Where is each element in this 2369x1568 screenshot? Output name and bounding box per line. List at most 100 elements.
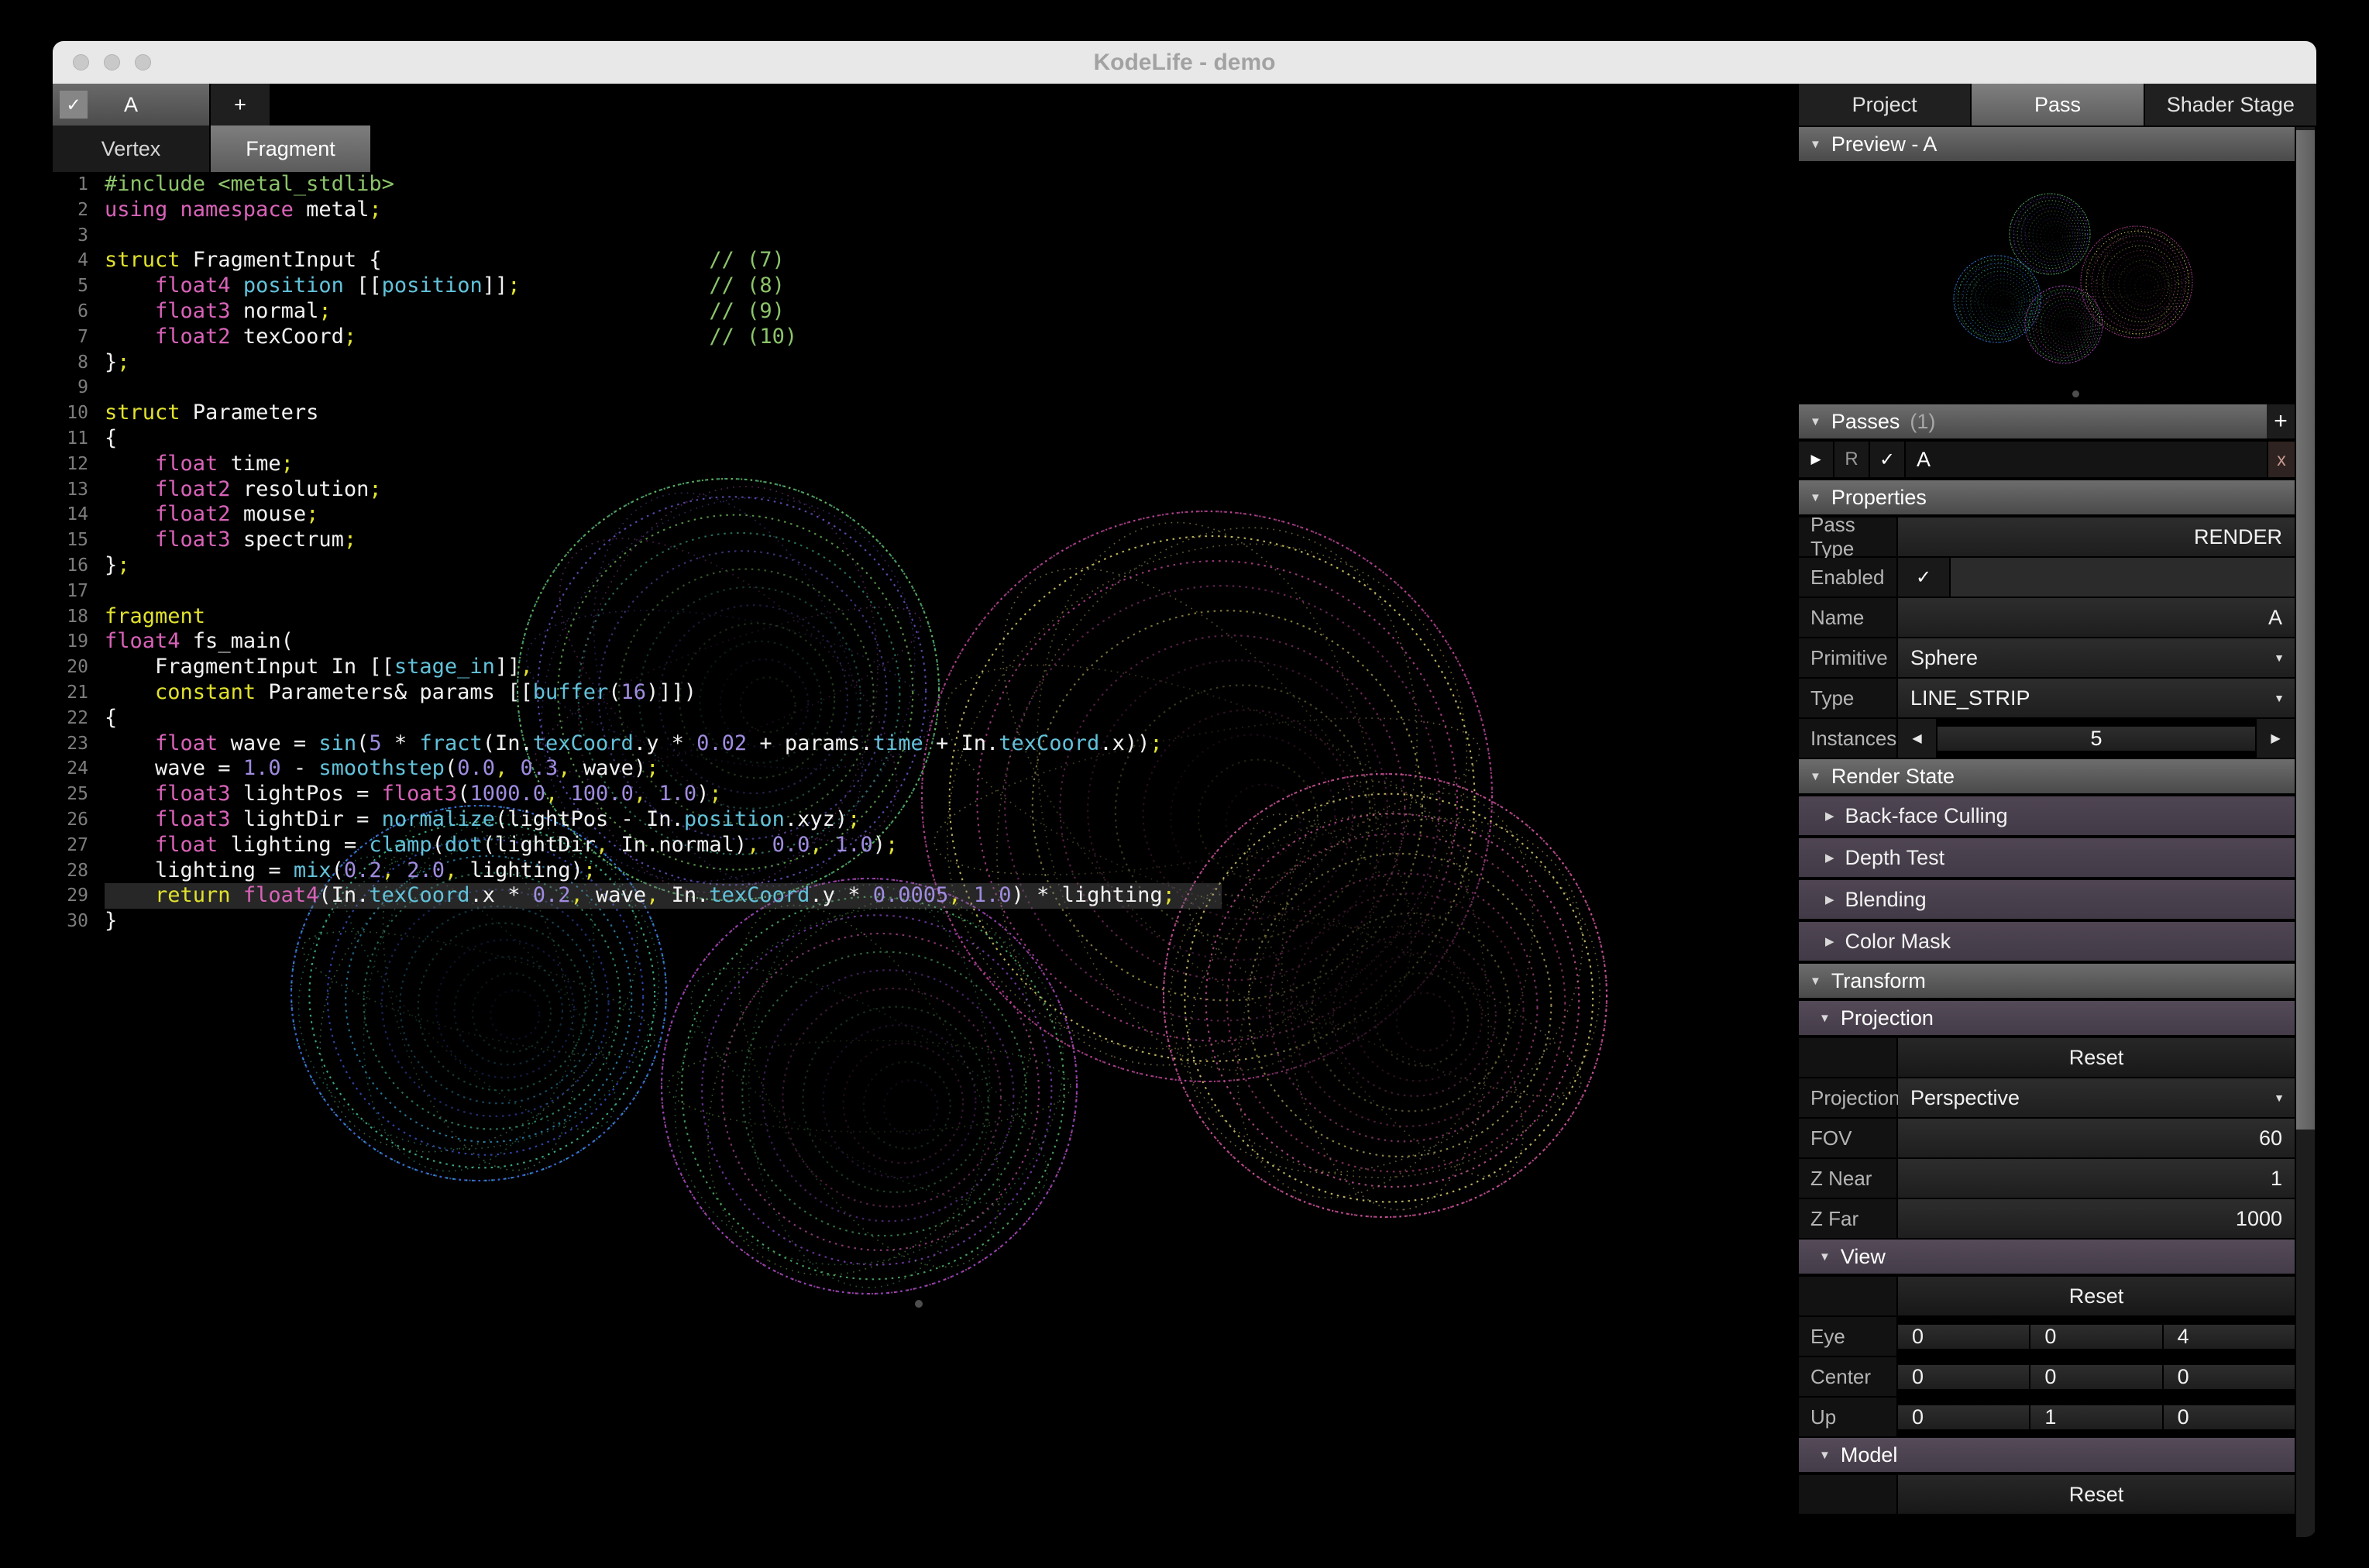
zoom-window-icon[interactable] bbox=[135, 54, 151, 70]
view-eye-component-2[interactable]: 4 bbox=[2164, 1325, 2295, 1349]
tab-shader-stage[interactable]: Shader Stage bbox=[2145, 84, 2316, 126]
stepper-decrement-icon[interactable]: ◀ bbox=[1898, 719, 1936, 758]
prop-name-value[interactable]: A bbox=[1898, 598, 2295, 637]
section-header-properties[interactable]: ▼Properties bbox=[1799, 480, 2295, 514]
editor-resize-dot[interactable] bbox=[915, 1300, 923, 1308]
code-token: float bbox=[155, 833, 218, 857]
view-eye-component-1[interactable]: 0 bbox=[2030, 1325, 2161, 1349]
prop-primitive-dropdown[interactable]: Sphere▼ bbox=[1898, 638, 2295, 677]
tab-pass[interactable]: Pass bbox=[1972, 84, 2143, 126]
pass-name[interactable]: A bbox=[1906, 442, 2267, 477]
code-line[interactable]: 2using namespace metal; bbox=[53, 198, 1799, 223]
pass-enabled-checkbox[interactable]: ✓ bbox=[60, 91, 88, 119]
tab-fragment[interactable]: Fragment bbox=[211, 126, 370, 172]
section-header-render-state[interactable]: ▼Render State bbox=[1799, 759, 2295, 793]
code-line[interactable]: 12 float time; bbox=[53, 452, 1799, 477]
code-line[interactable]: 5 float4 position [[position]]; // (8) bbox=[53, 273, 1799, 299]
pass-check-icon[interactable]: ✓ bbox=[1870, 442, 1904, 477]
projection-projection-dropdown[interactable]: Perspective▼ bbox=[1898, 1078, 2295, 1117]
code-token: 2.0 bbox=[407, 858, 445, 882]
view-eye-component-0[interactable]: 0 bbox=[1898, 1325, 2029, 1349]
prop-type-dropdown[interactable]: LINE_STRIP▼ bbox=[1898, 679, 2295, 717]
prop-enabled-checkbox[interactable]: ✓ bbox=[1898, 558, 1949, 597]
code-line[interactable]: 14 float2 mouse; bbox=[53, 502, 1799, 528]
view-center-component-0[interactable]: 0 bbox=[1898, 1365, 2029, 1389]
section-header-preview[interactable]: ▼Preview - A bbox=[1799, 127, 2295, 161]
code-editor[interactable]: 1#include <metal_stdlib>2using namespace… bbox=[53, 172, 1799, 934]
code-line[interactable]: 28 lighting = mix(0.2, 2.0, lighting); bbox=[53, 858, 1799, 884]
code-line[interactable]: 1#include <metal_stdlib> bbox=[53, 172, 1799, 198]
view-up-component-0[interactable]: 0 bbox=[1898, 1405, 2029, 1429]
projection-z-near-value[interactable]: 1 bbox=[1898, 1159, 2295, 1198]
view-up-component-2[interactable]: 0 bbox=[2164, 1405, 2295, 1429]
tab-pass-label: Pass bbox=[2034, 93, 2081, 117]
pass-render-toggle[interactable]: R bbox=[1834, 442, 1869, 477]
section-header-projection[interactable]: ▼Projection bbox=[1799, 1001, 2295, 1035]
code-line[interactable]: 4struct FragmentInput { // (7) bbox=[53, 248, 1799, 273]
code-line[interactable]: 29 return float4(In.texCoord.x * 0.2, wa… bbox=[53, 883, 1799, 909]
tab-project[interactable]: Project bbox=[1799, 84, 1970, 126]
section-header-view[interactable]: ▼View bbox=[1799, 1240, 2295, 1274]
stepper-increment-icon[interactable]: ▶ bbox=[2257, 719, 2295, 758]
code-line[interactable]: 20 FragmentInput In [[stage_in]], bbox=[53, 655, 1799, 680]
tab-vertex[interactable]: Vertex bbox=[53, 126, 209, 172]
view-center-component-2[interactable]: 0 bbox=[2164, 1365, 2295, 1389]
code-line[interactable]: 22{ bbox=[53, 706, 1799, 731]
code-line[interactable]: 18fragment bbox=[53, 604, 1799, 630]
view-center-component-1[interactable]: 0 bbox=[2030, 1365, 2161, 1389]
code-line[interactable]: 8}; bbox=[53, 350, 1799, 376]
reset-button[interactable]: Reset bbox=[1898, 1475, 2295, 1514]
reset-button[interactable]: Reset bbox=[1898, 1038, 2295, 1077]
preview-resize-dot[interactable] bbox=[2072, 390, 2079, 397]
render-state-item-depth-test[interactable]: ▶Depth Test bbox=[1799, 838, 2295, 877]
prop-instances-value[interactable]: 5 bbox=[1937, 727, 2255, 751]
projection-z-far-value[interactable]: 1000 bbox=[1898, 1199, 2295, 1238]
render-state-item-color-mask[interactable]: ▶Color Mask bbox=[1799, 922, 2295, 961]
minimize-window-icon[interactable] bbox=[104, 54, 120, 70]
code-line[interactable]: 7 float2 texCoord; // (10) bbox=[53, 325, 1799, 350]
code-token bbox=[646, 782, 658, 806]
pass-play-icon[interactable]: ▶ bbox=[1799, 442, 1833, 477]
code-line[interactable]: 10struct Parameters bbox=[53, 401, 1799, 426]
code-token: ; bbox=[281, 452, 294, 476]
pass-row[interactable]: ▶R✓Ax bbox=[1799, 442, 2295, 477]
code-line[interactable]: 17 bbox=[53, 579, 1799, 604]
close-window-icon[interactable] bbox=[73, 54, 89, 70]
code-token: float3 bbox=[382, 782, 458, 806]
pass-close-icon[interactable]: x bbox=[2268, 442, 2295, 477]
code-token: ; bbox=[1150, 731, 1162, 755]
add-pass-tab-button[interactable]: + bbox=[211, 84, 270, 126]
section-header-transform[interactable]: ▼Transform bbox=[1799, 964, 2295, 998]
pass-tab-a[interactable]: ✓ A bbox=[53, 84, 209, 126]
code-token: lighting = bbox=[105, 858, 294, 882]
code-token: // (9) bbox=[709, 299, 785, 323]
code-line[interactable]: 21 constant Parameters& params [[buffer(… bbox=[53, 680, 1799, 706]
render-state-item-back-face-culling[interactable]: ▶Back-face Culling bbox=[1799, 796, 2295, 835]
view-up-component-1[interactable]: 1 bbox=[2030, 1405, 2161, 1429]
code-line[interactable]: 9 bbox=[53, 375, 1799, 401]
code-line[interactable]: 23 float wave = sin(5 * fract(In.texCoor… bbox=[53, 731, 1799, 757]
section-header-passes[interactable]: ▼Passes(1)+ bbox=[1799, 404, 2295, 438]
code-line[interactable]: 27 float lighting = clamp(dot(lightDir, … bbox=[53, 833, 1799, 858]
code-line[interactable]: 26 float3 lightDir = normalize(lightPos … bbox=[53, 807, 1799, 833]
code-line[interactable]: 15 float3 spectrum; bbox=[53, 528, 1799, 553]
code-line[interactable]: 6 float3 normal; // (9) bbox=[53, 299, 1799, 325]
section-header-model[interactable]: ▼Model bbox=[1799, 1438, 2295, 1472]
line-number: 27 bbox=[53, 833, 88, 858]
render-state-item-blending[interactable]: ▶Blending bbox=[1799, 880, 2295, 919]
code-line[interactable]: 3 bbox=[53, 223, 1799, 249]
code-line[interactable]: 13 float2 resolution; bbox=[53, 477, 1799, 503]
code-line[interactable]: 25 float3 lightPos = float3(1000.0, 100.… bbox=[53, 782, 1799, 807]
projection-fov-value[interactable]: 60 bbox=[1898, 1119, 2295, 1157]
reset-button[interactable]: Reset bbox=[1898, 1277, 2295, 1315]
title-bar[interactable]: KodeLife - demo bbox=[53, 41, 2316, 84]
code-line[interactable]: 16}; bbox=[53, 553, 1799, 579]
code-token: ]] bbox=[495, 655, 521, 679]
code-line[interactable]: 19float4 fs_main( bbox=[53, 629, 1799, 655]
prop-pass-type-value[interactable]: RENDER bbox=[1898, 518, 2295, 556]
panel-scrollbar-thumb[interactable] bbox=[2296, 130, 2315, 1130]
code-line[interactable]: 30} bbox=[53, 909, 1799, 934]
add-pass-button[interactable]: + bbox=[2267, 404, 2295, 438]
code-line[interactable]: 11{ bbox=[53, 426, 1799, 452]
code-line[interactable]: 24 wave = 1.0 - smoothstep(0.0, 0.3, wav… bbox=[53, 756, 1799, 782]
